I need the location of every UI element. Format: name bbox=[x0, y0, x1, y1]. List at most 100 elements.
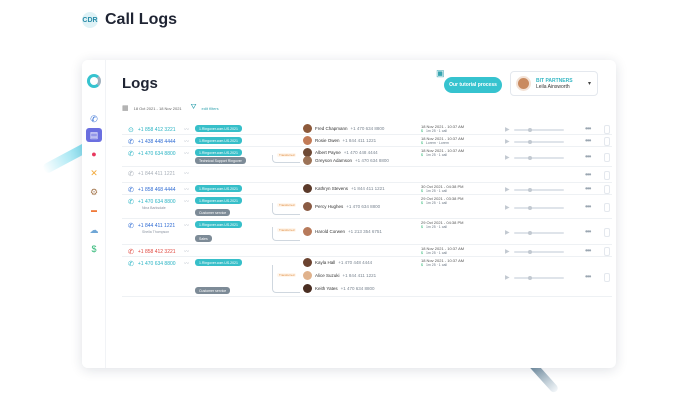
audio-player[interactable]: ▶ bbox=[505, 154, 564, 161]
more-options-icon[interactable]: ••• bbox=[585, 272, 591, 281]
row-action-box[interactable] bbox=[604, 153, 610, 162]
call-number-cell[interactable]: ✆ +1 844 411 1221 bbox=[128, 170, 175, 178]
logo-icon[interactable] bbox=[87, 74, 101, 88]
call-number[interactable]: +1 470 634 8800 bbox=[138, 261, 176, 267]
participant[interactable]: Rosie Owen +1 844 411 1221 bbox=[303, 136, 376, 145]
audio-track[interactable] bbox=[513, 275, 564, 280]
audio-knob[interactable] bbox=[527, 155, 532, 160]
row-action-box[interactable] bbox=[604, 273, 610, 282]
play-icon[interactable]: ▶ bbox=[505, 154, 510, 161]
audio-track[interactable] bbox=[513, 139, 564, 144]
participant[interactable]: Percy Hughes +1 470 634 8800 bbox=[303, 202, 380, 211]
signal-icon: 〰 bbox=[184, 127, 190, 133]
call-number-cell[interactable]: ✆ +1 844 411 1221 bbox=[128, 222, 175, 230]
call-number[interactable]: +1 438 448 4444 bbox=[138, 139, 176, 145]
page-title: Call Logs bbox=[105, 11, 178, 28]
participant[interactable]: Fred Chapmann +1 470 634 8800 bbox=[303, 124, 384, 133]
cloud-icon[interactable]: ☁ bbox=[86, 223, 102, 237]
play-icon[interactable]: ▶ bbox=[505, 274, 510, 281]
signal-icon: 〰 bbox=[184, 249, 190, 255]
logs-icon[interactable]: ▤ bbox=[86, 128, 102, 142]
tutorial-button[interactable]: Our tutorial process bbox=[444, 77, 502, 93]
call-number-cell[interactable]: ✆ +1 438 448 4444 bbox=[128, 138, 176, 146]
audio-track[interactable] bbox=[513, 205, 564, 210]
play-icon[interactable]: ▶ bbox=[505, 248, 510, 255]
sms-icon[interactable]: ▬ bbox=[86, 204, 102, 218]
audio-player[interactable]: ▶ bbox=[505, 138, 564, 145]
participant[interactable]: Keith Yates +1 470 634 8800 bbox=[303, 284, 375, 293]
row-action-box[interactable] bbox=[604, 137, 610, 146]
audio-player[interactable]: ▶ bbox=[505, 248, 564, 255]
participant[interactable]: Kayla Hall +1 470 448 4444 bbox=[303, 258, 372, 267]
more-options-icon[interactable]: ••• bbox=[585, 124, 591, 133]
phone-icon[interactable]: ✆ bbox=[86, 112, 102, 126]
call-number[interactable]: +1 844 411 1221 bbox=[138, 223, 175, 229]
more-options-icon[interactable]: ••• bbox=[585, 227, 591, 236]
audio-track[interactable] bbox=[513, 155, 564, 160]
play-icon[interactable]: ▶ bbox=[505, 186, 510, 193]
call-datetime: 18 Nov 2021 - 10:37 AM $1m 25 · 1 call bbox=[421, 258, 464, 268]
settings-icon[interactable]: ⚙ bbox=[86, 185, 102, 199]
tools-icon[interactable]: ✕ bbox=[86, 166, 102, 180]
call-number[interactable]: +1 858 468 4444 bbox=[138, 187, 176, 193]
participant[interactable]: Greyson Adamson +1 470 634 8800 bbox=[303, 156, 389, 165]
audio-track[interactable] bbox=[513, 249, 564, 254]
analytics-icon[interactable]: ● bbox=[86, 147, 102, 161]
audio-track[interactable] bbox=[513, 187, 564, 192]
call-number[interactable]: +1 470 634 8800 bbox=[138, 199, 176, 205]
play-icon[interactable]: ▶ bbox=[505, 126, 510, 133]
call-number[interactable]: +1 858 412 3221 bbox=[138, 249, 176, 255]
edit-filters-link[interactable]: edit filters bbox=[202, 106, 219, 111]
row-action-box[interactable] bbox=[604, 203, 610, 212]
audio-player[interactable]: ▶ bbox=[505, 204, 564, 211]
play-icon[interactable]: ▶ bbox=[505, 229, 510, 236]
call-number-cell[interactable]: ✆ +1 470 634 8800 bbox=[128, 260, 176, 268]
audio-knob[interactable] bbox=[527, 205, 532, 210]
row-action-box[interactable] bbox=[604, 228, 610, 237]
row-action-box[interactable] bbox=[604, 247, 610, 256]
more-options-icon[interactable]: ••• bbox=[585, 152, 591, 161]
call-number[interactable]: +1 844 411 1221 bbox=[138, 171, 175, 177]
participant[interactable]: Alice Suzuki +1 844 411 1221 bbox=[303, 271, 376, 280]
participant[interactable]: Kathryn Stevens +1 844 411 1221 bbox=[303, 184, 385, 193]
audio-player[interactable]: ▶ bbox=[505, 126, 564, 133]
more-options-icon[interactable]: ••• bbox=[585, 184, 591, 193]
row-action-box[interactable] bbox=[604, 185, 610, 194]
play-icon[interactable]: ▶ bbox=[505, 138, 510, 145]
call-number[interactable]: +1 858 412 3221 bbox=[138, 127, 176, 133]
participant[interactable]: Harold Corwen +1 213 354 6751 bbox=[303, 227, 382, 236]
avatar bbox=[303, 284, 312, 293]
participant-name: Kathryn Stevens bbox=[315, 186, 349, 191]
call-number-cell[interactable]: ✆ +1 470 634 8800 bbox=[128, 198, 176, 206]
table-row: ✆ +1 844 411 1221 〰 ••• bbox=[122, 167, 612, 183]
call-number-cell[interactable]: ✆ +1 470 634 8800 bbox=[128, 150, 176, 158]
chevron-down-icon[interactable]: ▾ bbox=[588, 80, 591, 87]
call-number-cell[interactable]: ✆ +1 858 412 3221 bbox=[128, 248, 176, 256]
audio-knob[interactable] bbox=[527, 187, 532, 192]
call-number[interactable]: +1 470 634 8800 bbox=[138, 151, 176, 157]
audio-knob[interactable] bbox=[527, 139, 532, 144]
more-options-icon[interactable]: ••• bbox=[585, 136, 591, 145]
call-number-cell[interactable]: ✆ +1 858 468 4444 bbox=[128, 186, 176, 194]
filter-icon[interactable]: ⛛ bbox=[191, 104, 197, 112]
audio-knob[interactable] bbox=[527, 249, 532, 254]
date-range[interactable]: 18 Oct 2021 - 18 Nov 2021 bbox=[134, 106, 182, 111]
row-action-box[interactable] bbox=[604, 125, 610, 134]
audio-knob[interactable] bbox=[527, 230, 532, 235]
audio-knob[interactable] bbox=[527, 275, 532, 280]
audio-knob[interactable] bbox=[527, 127, 532, 132]
account-selector[interactable]: BIT PARTNERS Leila Ainsworth ▾ bbox=[510, 71, 598, 96]
audio-track[interactable] bbox=[513, 127, 564, 132]
audio-player[interactable]: ▶ bbox=[505, 186, 564, 193]
audio-track[interactable] bbox=[513, 230, 564, 235]
audio-player[interactable]: ▶ bbox=[505, 229, 564, 236]
calendar-icon[interactable]: ▦ bbox=[122, 104, 129, 112]
more-options-icon[interactable]: ••• bbox=[585, 170, 591, 179]
audio-player[interactable]: ▶ bbox=[505, 274, 564, 281]
play-icon[interactable]: ▶ bbox=[505, 204, 510, 211]
more-options-icon[interactable]: ••• bbox=[585, 202, 591, 211]
billing-icon[interactable]: $ bbox=[86, 242, 102, 256]
row-action-box[interactable] bbox=[604, 171, 610, 180]
call-number-cell[interactable]: ⊙ +1 858 412 3221 bbox=[128, 126, 176, 134]
more-options-icon[interactable]: ••• bbox=[585, 246, 591, 255]
